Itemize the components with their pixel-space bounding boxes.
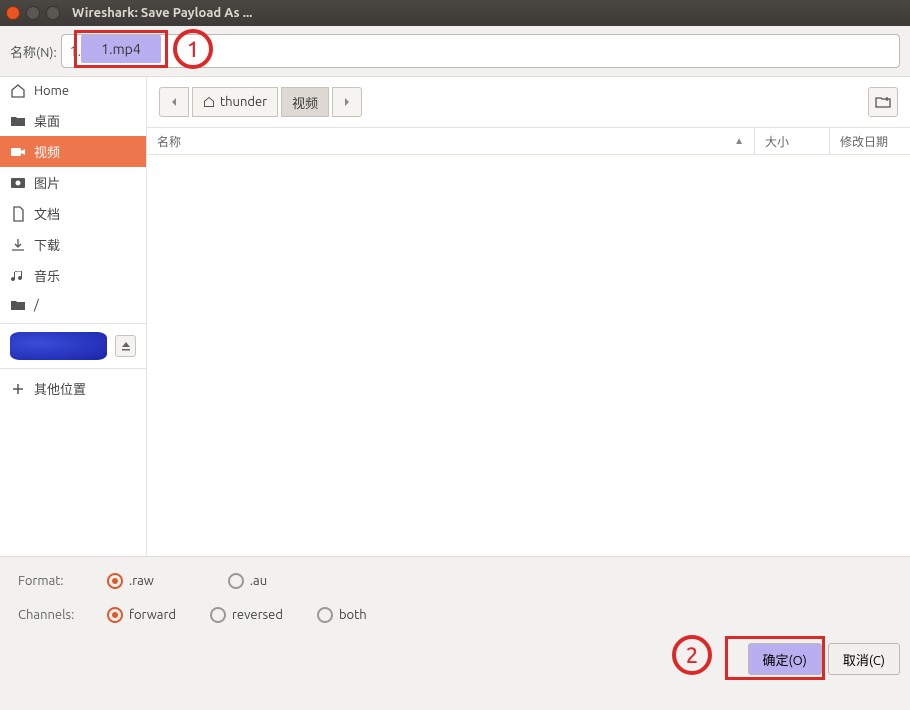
channels-label: Channels: (18, 608, 93, 622)
sidebar-item-label: 桌面 (34, 111, 60, 130)
format-radio-au[interactable]: .au (228, 573, 267, 589)
folder-icon (10, 297, 26, 313)
sidebar-item-music[interactable]: 音乐 (0, 260, 146, 291)
format-label: Format: (18, 574, 93, 588)
sidebar-item-label: 音乐 (34, 266, 60, 285)
doc-icon (10, 206, 26, 222)
channels-row: Channels: forward reversed both (18, 607, 892, 623)
drive-label-redacted (10, 332, 107, 360)
format-radio-raw[interactable]: .raw (107, 573, 154, 589)
file-list-body[interactable] (147, 155, 910, 556)
sidebar-item-videos[interactable]: 视频 (0, 136, 146, 167)
path-segment-label: 视频 (292, 93, 318, 112)
photo-icon (10, 175, 26, 191)
format-row: Format: .raw .au (18, 573, 892, 589)
options-panel: Format: .raw .au Channels: forward rever… (0, 556, 910, 643)
sidebar-item-label: / (34, 298, 39, 312)
filename-label: 名称(N): (10, 42, 57, 61)
channels-radio-forward[interactable]: forward (107, 607, 176, 623)
path-bar: thunder 视频 (147, 77, 910, 127)
path-segment-current[interactable]: 视频 (281, 87, 329, 117)
column-header-size[interactable]: 大小 (755, 128, 830, 154)
places-sidebar: Home 桌面 视频 图片 文档 下载 音乐 / (0, 77, 147, 556)
path-segment-label: thunder (220, 95, 267, 109)
sidebar-item-label: 视频 (34, 142, 60, 161)
sort-ascending-icon: ▲ (734, 135, 744, 147)
sidebar-item-label: 其他位置 (34, 379, 86, 398)
sidebar-item-drive[interactable] (0, 328, 146, 364)
sidebar-item-downloads[interactable]: 下载 (0, 229, 146, 260)
sidebar-item-desktop[interactable]: 桌面 (0, 105, 146, 136)
path-back-button[interactable] (159, 87, 189, 117)
sidebar-item-home[interactable]: Home (0, 77, 146, 105)
window-title: Wireshark: Save Payload As ... (72, 6, 252, 20)
sidebar-item-label: Home (34, 84, 69, 98)
channels-radio-both[interactable]: both (317, 607, 367, 623)
home-icon (10, 83, 26, 99)
sidebar-item-other[interactable]: 其他位置 (0, 373, 146, 404)
path-segment-thunder[interactable]: thunder (192, 87, 278, 117)
file-chooser-body: Home 桌面 视频 图片 文档 下载 音乐 / (0, 76, 910, 556)
window-minimize-button[interactable] (26, 6, 40, 20)
sidebar-item-label: 图片 (34, 173, 60, 192)
folder-icon (10, 113, 26, 129)
file-list-header: 名称 ▲ 大小 修改日期 (147, 127, 910, 155)
sidebar-item-root[interactable]: / (0, 291, 146, 319)
plus-icon (10, 381, 26, 397)
ok-button[interactable]: 确定(O) (748, 643, 822, 675)
video-icon (10, 144, 26, 160)
new-folder-button[interactable] (868, 87, 898, 117)
path-forward-button[interactable] (332, 87, 362, 117)
sidebar-item-label: 下载 (34, 235, 60, 254)
titlebar: Wireshark: Save Payload As ... (0, 0, 910, 26)
window-close-button[interactable] (6, 6, 20, 20)
download-icon (10, 237, 26, 253)
dialog-footer: 2 确定(O) 取消(C) (0, 643, 910, 687)
column-header-name[interactable]: 名称 ▲ (147, 128, 755, 154)
annotation-badge-1: 1 (173, 29, 213, 69)
eject-button[interactable] (115, 335, 136, 357)
cancel-button[interactable]: 取消(C) (828, 643, 900, 675)
filename-row: 名称(N): (0, 26, 910, 76)
file-pane: thunder 视频 名称 ▲ 大小 修改日期 (147, 77, 910, 556)
channels-radio-reversed[interactable]: reversed (210, 607, 283, 623)
sidebar-item-label: 文档 (34, 204, 60, 223)
sidebar-item-pictures[interactable]: 图片 (0, 167, 146, 198)
window-maximize-button[interactable] (46, 6, 60, 20)
column-header-date[interactable]: 修改日期 (830, 128, 910, 154)
music-icon (10, 268, 26, 284)
sidebar-item-documents[interactable]: 文档 (0, 198, 146, 229)
